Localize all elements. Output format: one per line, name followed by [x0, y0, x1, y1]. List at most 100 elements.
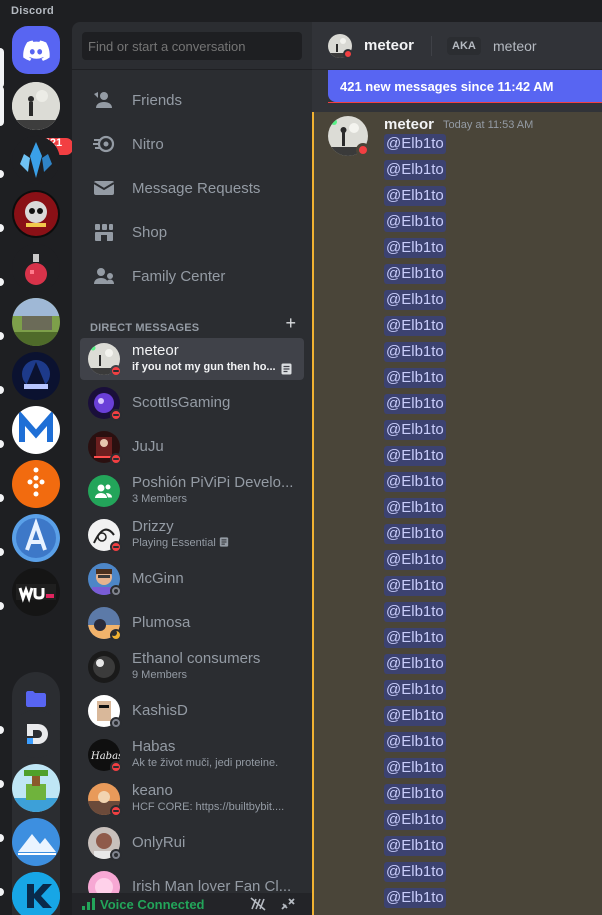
dm-name: meteor [132, 342, 179, 359]
dm-name: Drizzy [132, 518, 174, 535]
envelope-icon [92, 176, 116, 200]
user-mention[interactable]: @Elb1to [384, 706, 446, 726]
unread-indicator [0, 278, 4, 286]
nav-nitro[interactable]: Nitro [80, 123, 304, 165]
user-mention[interactable]: @Elb1to [384, 134, 446, 154]
new-messages-bar[interactable]: 421 new messages since 11:42 AM [328, 70, 602, 102]
dm-item[interactable]: KashisD [80, 690, 304, 732]
ace-server-icon[interactable] [12, 352, 60, 400]
landscape-server-icon[interactable] [12, 298, 60, 346]
user-mention[interactable]: @Elb1to [384, 290, 446, 310]
message-line: @Elb1to [384, 394, 594, 414]
message-line: @Elb1to [384, 810, 594, 830]
user-mention[interactable]: @Elb1to [384, 394, 446, 414]
shop-icon [92, 220, 116, 244]
user-mention[interactable]: @Elb1to [384, 784, 446, 804]
user-mention[interactable]: @Elb1to [384, 654, 446, 674]
island-server-icon[interactable] [12, 764, 60, 812]
message-line: @Elb1to [384, 758, 594, 778]
dm-item[interactable]: meteor if you not my gun then ho... [80, 338, 304, 380]
nav-shop[interactable]: Shop [80, 211, 304, 253]
message-line: @Elb1to [384, 342, 594, 362]
orange-server-icon[interactable] [12, 460, 60, 508]
user-mention[interactable]: @Elb1to [384, 238, 446, 258]
dm-item[interactable]: Poshión PiViPi Develo... 3 Members [80, 470, 304, 512]
dnd-status-icon [110, 365, 122, 377]
potion-server-icon[interactable] [12, 244, 60, 292]
user-mention[interactable]: @Elb1to [384, 732, 446, 752]
friends-icon [92, 88, 116, 112]
dm-item[interactable]: Plumosa [80, 602, 304, 644]
voice-connected-label[interactable]: Voice Connected [100, 897, 205, 912]
nav-friends[interactable]: Friends [80, 79, 304, 121]
message-author[interactable]: meteor [384, 116, 434, 133]
user-mention[interactable]: @Elb1to [384, 758, 446, 778]
dm-item[interactable]: Habas Habas Ak te život muči, jedi protein… [80, 734, 304, 776]
message-line: @Elb1to [384, 134, 594, 154]
user-mention[interactable]: @Elb1to [384, 472, 446, 492]
message-line: @Elb1to [384, 316, 594, 336]
dm-name: ScottIsGaming [132, 394, 231, 411]
chat-header: meteor AKA meteor [312, 22, 602, 70]
wu-server-icon[interactable] [12, 568, 60, 616]
user-mention[interactable]: @Elb1to [384, 368, 446, 388]
d-server-icon[interactable] [12, 710, 60, 758]
dm-subtitle: if you not my gun then ho... [132, 361, 276, 373]
skull-server-icon[interactable] [12, 190, 60, 238]
user-mention[interactable]: @Elb1to [384, 576, 446, 596]
dm-name: Ethanol consumers [132, 650, 261, 667]
crystal-server-icon[interactable] [12, 136, 60, 184]
message-line: @Elb1to [384, 628, 594, 648]
k-server-icon[interactable] [12, 872, 60, 915]
dnd-status-icon [110, 541, 122, 553]
unread-indicator [0, 888, 4, 896]
message-line: @Elb1to [384, 706, 594, 726]
message-line: @Elb1to [384, 654, 594, 674]
disconnect-icon[interactable] [280, 897, 296, 911]
user-mention[interactable]: @Elb1to [384, 524, 446, 544]
dm-item[interactable]: Drizzy Playing Essential [80, 514, 304, 556]
dnd-status-icon [110, 805, 122, 817]
family-icon [92, 264, 116, 288]
dm-item[interactable]: OnlyRui [80, 822, 304, 864]
dm-item[interactable]: JuJu [80, 426, 304, 468]
mountain-server-icon[interactable] [12, 818, 60, 866]
dm-item[interactable]: ScottIsGaming [80, 382, 304, 424]
m-server-icon[interactable] [12, 406, 60, 454]
signal-icon[interactable] [82, 898, 96, 910]
user-mention[interactable]: @Elb1to [384, 602, 446, 622]
user-mention[interactable]: @Elb1to [384, 810, 446, 830]
user-mention[interactable]: @Elb1to [384, 888, 446, 908]
user-mention[interactable]: @Elb1to [384, 836, 446, 856]
dm-item[interactable]: keano HCF CORE: https://builtbybit.... [80, 778, 304, 820]
user-mention[interactable]: @Elb1to [384, 862, 446, 882]
user-mention[interactable]: @Elb1to [384, 316, 446, 336]
chat-title[interactable]: meteor [364, 37, 414, 54]
dm-subtitle: 9 Members [132, 669, 188, 681]
home-button[interactable] [12, 26, 60, 74]
user-mention[interactable]: @Elb1to [384, 420, 446, 440]
user-mention[interactable]: @Elb1to [384, 628, 446, 648]
dm-item[interactable]: McGinn [80, 558, 304, 600]
user-mention[interactable]: @Elb1to [384, 680, 446, 700]
message-line: @Elb1to [384, 212, 594, 232]
nav-family-center[interactable]: Family Center [80, 255, 304, 297]
a-server-icon[interactable] [12, 514, 60, 562]
unread-indicator [0, 386, 4, 394]
user-mention[interactable]: @Elb1to [384, 212, 446, 232]
create-dm-plus-icon[interactable]: + [285, 314, 296, 332]
nav-message-requests[interactable]: Message Requests [80, 167, 304, 209]
dm-item[interactable]: Ethanol consumers 9 Members [80, 646, 304, 688]
user-mention[interactable]: @Elb1to [384, 446, 446, 466]
user-mention[interactable]: @Elb1to [384, 342, 446, 362]
search-input[interactable] [82, 32, 302, 60]
user-mention[interactable]: @Elb1to [384, 186, 446, 206]
user-mention[interactable]: @Elb1to [384, 498, 446, 518]
message-line: @Elb1to [384, 836, 594, 856]
user-mention[interactable]: @Elb1to [384, 264, 446, 284]
noise-suppression-icon[interactable] [250, 897, 266, 911]
user-mention[interactable]: @Elb1to [384, 160, 446, 180]
avatar-server-icon[interactable] [12, 82, 60, 130]
user-mention[interactable]: @Elb1to [384, 550, 446, 570]
message-line: @Elb1to [384, 472, 594, 492]
